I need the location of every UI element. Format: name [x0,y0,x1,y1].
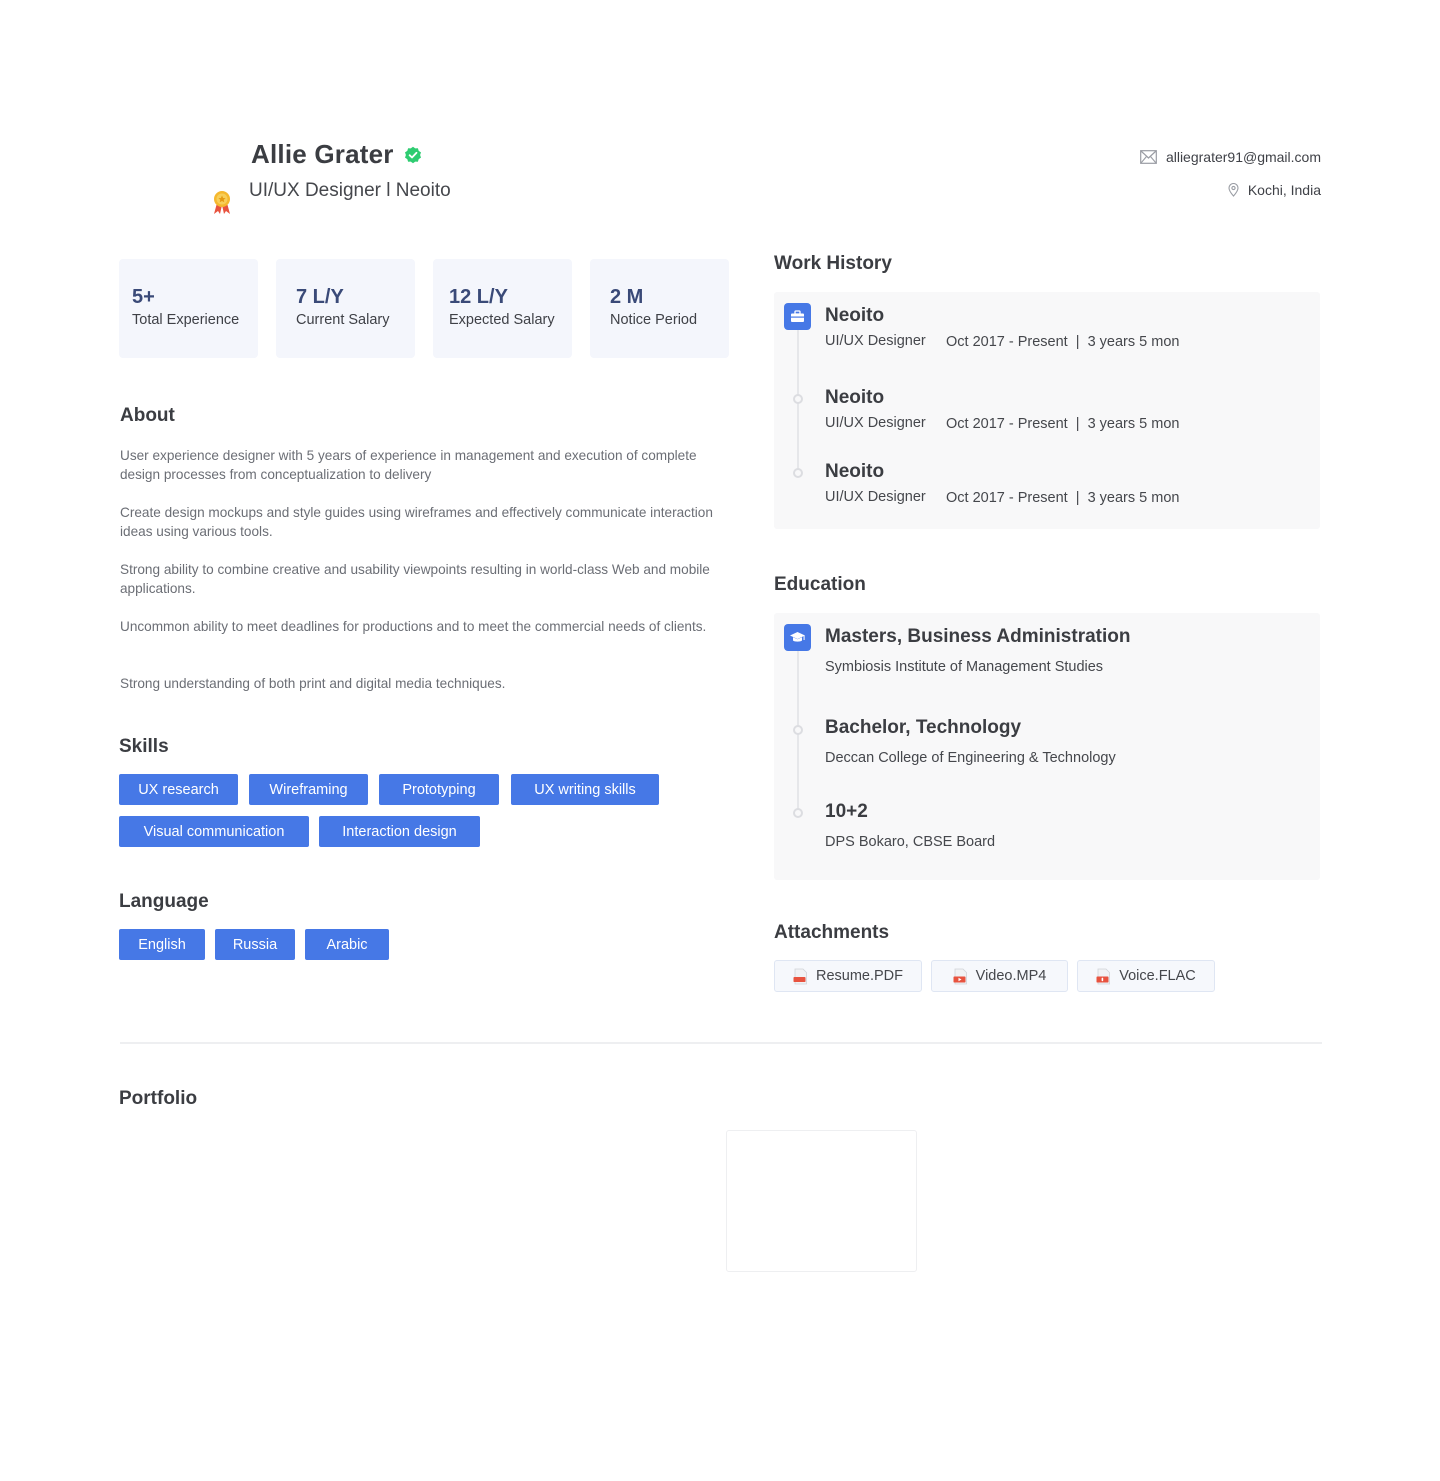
attachments-title: Attachments [774,922,890,943]
stat-notice-period: 2 M Notice Period [590,259,729,358]
job-position: UI/UX Designer [825,415,926,431]
location-pin-icon [1228,183,1239,197]
profile-role: UI/UX Designer l Neoito [249,180,451,201]
stat-label: Notice Period [610,312,698,328]
work-history-title: Work History [774,253,892,274]
education-title: Education [774,574,866,595]
stat-expected-salary: 12 L/Y Expected Salary [433,259,572,358]
job-period: Oct 2017 - Present | 3 years 5 mon [946,334,1180,350]
about-title: About [120,405,175,426]
about-paragraph: Uncommon ability to meet deadlines for p… [120,619,707,634]
job-position: UI/UX Designer [825,333,926,349]
award-medal-icon [214,191,230,214]
attachment-name: Voice.FLAC [1119,968,1196,984]
timeline-dot [793,468,803,478]
stat-value: 5+ [132,286,155,308]
portfolio-item[interactable] [726,1130,917,1272]
location-text: Kochi, India [1247,182,1321,198]
timeline-dot [793,725,803,735]
about-paragraph: Strong understanding of both print and d… [120,676,506,691]
briefcase-icon [784,303,811,330]
verified-badge-icon [404,146,421,163]
attachment-name: Resume.PDF [815,968,904,984]
education-institution: DPS Bokaro, CBSE Board [825,834,996,850]
attachment-name: Video.MP4 [975,968,1047,984]
stat-value: 12 L/Y [449,286,508,308]
language-chip[interactable]: English [119,929,205,960]
job-period: Oct 2017 - Present | 3 years 5 mon [946,416,1180,432]
education-institution: Deccan College of Engineering & Technolo… [825,750,1116,766]
education-institution: Symbiosis Institute of Management Studie… [825,659,1104,675]
attachment-resume[interactable]: Resume.PDF [774,960,922,992]
stat-total-experience: 5+ Total Experience [119,259,258,358]
video-file-icon [953,968,967,984]
stat-value: 2 M [610,286,644,308]
skill-chip[interactable]: UX writing skills [511,774,659,805]
email-contact[interactable]: alliegrater91@gmail.com [1140,149,1321,165]
education-degree: Bachelor, Technology [825,717,1022,738]
stat-label: Total Experience [132,312,240,328]
portfolio-title: Portfolio [119,1088,198,1109]
job-period: Oct 2017 - Present | 3 years 5 mon [946,490,1180,506]
about-paragraph: User experience designer with 5 years of… [120,448,697,482]
job-company: Neoito [825,387,885,408]
stat-value: 7 L/Y [296,286,344,308]
profile-name: Allie Grater [251,139,422,170]
education-degree: Masters, Business Administration [825,626,1131,647]
skill-chip[interactable]: Prototyping [379,774,499,805]
timeline-dot [793,394,803,404]
mail-icon [1140,150,1157,164]
location-contact: Kochi, India [1228,182,1321,198]
job-company: Neoito [825,461,885,482]
job-position: UI/UX Designer [825,489,926,505]
skill-chip[interactable]: Visual communication [119,816,309,847]
about-paragraph: Create design mockups and style guides u… [120,505,713,539]
skill-chip[interactable]: Wireframing [249,774,368,805]
timeline-dot [793,808,803,818]
graduation-cap-icon [784,624,811,651]
section-divider [120,1042,1322,1044]
skill-chip[interactable]: UX research [119,774,238,805]
language-title: Language [119,891,209,912]
language-chip[interactable]: Arabic [305,929,389,960]
stat-label: Current Salary [296,312,390,328]
audio-file-icon [1096,968,1111,984]
skill-chip[interactable]: Interaction design [319,816,480,847]
education-degree: 10+2 [825,801,868,822]
skills-title: Skills [119,736,169,757]
stat-label: Expected Salary [449,312,555,328]
pdf-file-icon [793,968,807,984]
attachment-video[interactable]: Video.MP4 [931,960,1068,992]
stat-current-salary: 7 L/Y Current Salary [276,259,415,358]
email-text: alliegrater91@gmail.com [1165,149,1321,165]
language-chip[interactable]: Russia [215,929,295,960]
job-company: Neoito [825,305,885,326]
about-paragraph: Strong ability to combine creative and u… [120,562,710,596]
attachment-voice[interactable]: Voice.FLAC [1077,960,1215,992]
profile-name-text: Allie Grater [251,139,394,169]
